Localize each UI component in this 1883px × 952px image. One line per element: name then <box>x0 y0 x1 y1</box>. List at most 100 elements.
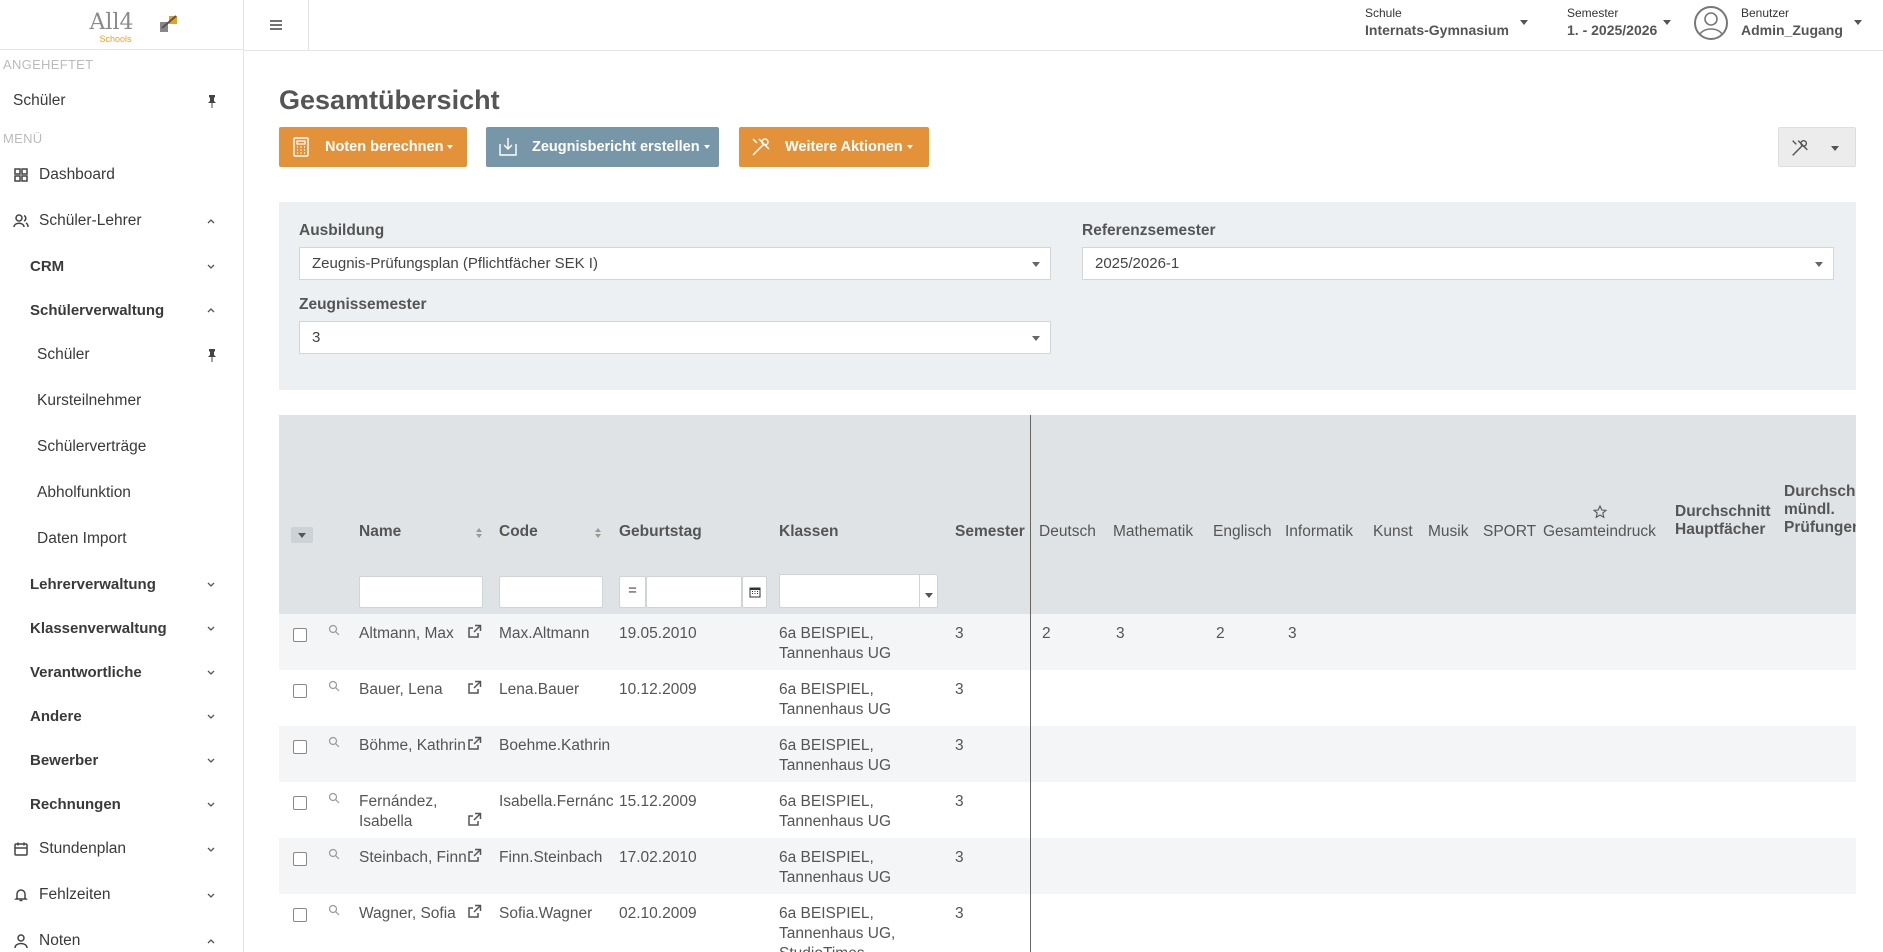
row-checkbox[interactable] <box>293 796 307 810</box>
cell-name[interactable]: Böhme, Kathrin <box>359 736 466 756</box>
zeugnissemester-select[interactable]: 3 <box>299 321 1051 354</box>
pinned-item-schueler[interactable]: Schüler <box>0 78 243 124</box>
magnifier-icon[interactable] <box>328 680 340 692</box>
cell-name[interactable]: Altmann, Max <box>359 624 454 644</box>
name-filter-input[interactable] <box>359 576 483 608</box>
cell-geburtstag: 17.02.2010 <box>619 849 697 866</box>
col-header-mathematik[interactable]: Mathematik <box>1113 523 1193 541</box>
zeugnisbericht-button[interactable]: Zeugnisbericht erstellen <box>486 127 719 167</box>
col-header-klassen[interactable]: Klassen <box>779 523 838 541</box>
sidebar-item-andere[interactable]: Andere <box>0 694 243 738</box>
col-header-englisch[interactable]: Englisch <box>1213 523 1272 541</box>
sidebar-item-bewerber[interactable]: Bewerber <box>0 738 243 782</box>
table-row[interactable]: Steinbach, Finn Finn.Steinbach 17.02.201… <box>279 838 1856 894</box>
row-checkbox[interactable] <box>293 628 307 642</box>
col-header-gesamteindruck[interactable]: Gesamteindruck <box>1543 523 1656 541</box>
user-caret-icon[interactable] <box>1854 20 1862 25</box>
noten-berechnen-button[interactable]: Noten berechnen <box>279 127 467 167</box>
klassen-line: 6a BEISPIEL, <box>779 625 874 642</box>
sidebar-item-klassenverwaltung[interactable]: Klassenverwaltung <box>0 606 243 650</box>
sidebar-item-schueler[interactable]: Schüler <box>0 332 243 378</box>
sidebar-item-kursteilnehmer[interactable]: Kursteilnehmer <box>0 378 243 424</box>
table-row[interactable]: Fernández, Isabella Isabella.Fernánc 15.1… <box>279 782 1856 838</box>
cell-informatik[interactable]: 3 <box>1288 624 1297 644</box>
cell-name[interactable]: Wagner, Sofia <box>359 904 456 924</box>
pin-icon[interactable] <box>205 94 219 108</box>
klassen-filter-toggle[interactable] <box>919 575 937 607</box>
sidebar-item-fehlzeiten[interactable]: Fehlzeiten <box>0 872 243 918</box>
row-checkbox[interactable] <box>293 684 307 698</box>
referenzsemester-select[interactable]: 2025/2026-1 <box>1082 247 1834 280</box>
semester-selector[interactable]: Semester 1. - 2025/2026 <box>1567 6 1657 38</box>
date-operator-select[interactable]: = <box>619 576 646 608</box>
sidebar-item-lehrerverwaltung[interactable]: Lehrerverwaltung <box>0 562 243 606</box>
date-filter-input[interactable] <box>646 576 742 608</box>
col-header-informatik[interactable]: Informatik <box>1285 523 1353 541</box>
sidebar-item-stundenplan[interactable]: Stundenplan <box>0 826 243 872</box>
code-filter-input[interactable] <box>499 576 603 608</box>
settings-tools-button[interactable] <box>1778 127 1856 167</box>
sidebar-item-noten[interactable]: Noten <box>0 918 243 952</box>
cell-name[interactable]: Steinbach, Finn <box>359 848 467 868</box>
magnifier-icon[interactable] <box>328 624 340 636</box>
school-caret-icon[interactable] <box>1520 20 1528 25</box>
col-header-code[interactable]: Code <box>499 523 538 541</box>
col-header-deutsch[interactable]: Deutsch <box>1039 523 1096 541</box>
select-all-dropdown[interactable] <box>291 527 313 543</box>
sidebar-item-schuelerverwaltung[interactable]: Schülerverwaltung <box>0 288 243 332</box>
table-row[interactable]: Altmann, Max Max.Altmann 19.05.2010 6a B… <box>279 614 1856 670</box>
sidebar-item-rechnungen[interactable]: Rechnungen <box>0 782 243 826</box>
external-link-icon[interactable] <box>467 904 482 919</box>
sidebar-item-dashboard[interactable]: Dashboard <box>0 152 243 198</box>
table-row[interactable]: Böhme, Kathrin Boehme.Kathrin 6a BEISPIE… <box>279 726 1856 782</box>
table-row[interactable]: Wagner, Sofia Sofia.Wagner 02.10.2009 6a… <box>279 894 1856 952</box>
col-header-sport[interactable]: SPORT <box>1483 523 1536 541</box>
external-link-icon[interactable] <box>467 812 482 827</box>
sidebar-item-crm[interactable]: CRM <box>0 244 243 288</box>
external-link-icon[interactable] <box>467 848 482 863</box>
col-header-geburtstag[interactable]: Geburtstag <box>619 523 702 541</box>
sort-icon[interactable] <box>475 526 483 540</box>
logo[interactable]: All4 Schools <box>0 0 243 50</box>
col-header-muendl-pruefungen[interactable]: Durchsch mündl. Prüfungen <box>1784 483 1856 537</box>
pin-icon[interactable] <box>205 348 219 362</box>
klassen-line: Tannenhaus UG <box>779 869 892 886</box>
cell-name[interactable]: Bauer, Lena <box>359 680 443 700</box>
sidebar-item-schuelervertraege[interactable]: Schülerverträge <box>0 424 243 470</box>
external-link-icon[interactable] <box>467 624 482 639</box>
avatar[interactable] <box>1694 6 1728 40</box>
magnifier-icon[interactable] <box>328 848 340 860</box>
semester-caret-icon[interactable] <box>1663 20 1671 25</box>
col-header-name[interactable]: Name <box>359 523 401 541</box>
external-link-icon[interactable] <box>467 680 482 695</box>
cell-deutsch[interactable]: 2 <box>1042 624 1051 644</box>
col-header-durchschnitt-hauptfaecher[interactable]: Durchschnitt Hauptfächer <box>1675 503 1771 539</box>
cell-semester: 3 <box>955 681 964 698</box>
magnifier-icon[interactable] <box>328 792 340 804</box>
row-checkbox[interactable] <box>293 740 307 754</box>
menu-toggle-button[interactable] <box>244 0 309 50</box>
klassen-filter-select[interactable] <box>779 574 938 608</box>
table-row[interactable]: Bauer, Lena Lena.Bauer 10.12.2009 6a BEI… <box>279 670 1856 726</box>
external-link-icon[interactable] <box>467 736 482 751</box>
magnifier-icon[interactable] <box>328 904 340 916</box>
sidebar-item-verantwortliche[interactable]: Verantwortliche <box>0 650 243 694</box>
user-selector[interactable]: Benutzer Admin_Zugang <box>1741 6 1843 38</box>
sidebar-item-abholfunktion[interactable]: Abholfunktion <box>0 470 243 516</box>
calendar-button[interactable] <box>742 576 767 608</box>
sidebar-item-daten-import[interactable]: Daten Import <box>0 516 243 562</box>
magnifier-icon[interactable] <box>328 736 340 748</box>
row-checkbox[interactable] <box>293 908 307 922</box>
ausbildung-select[interactable]: Zeugnis-Prüfungsplan (Pflichtfächer SEK … <box>299 247 1051 280</box>
col-header-musik[interactable]: Musik <box>1428 523 1468 541</box>
col-header-semester[interactable]: Semester <box>955 523 1025 541</box>
cell-name[interactable]: Fernández, Isabella <box>359 792 437 832</box>
cell-englisch[interactable]: 2 <box>1216 624 1225 644</box>
sort-icon[interactable] <box>594 526 602 540</box>
col-header-kunst[interactable]: Kunst <box>1373 523 1413 541</box>
row-checkbox[interactable] <box>293 852 307 866</box>
cell-mathematik[interactable]: 3 <box>1116 624 1125 644</box>
weitere-aktionen-button[interactable]: Weitere Aktionen <box>739 127 929 167</box>
school-selector[interactable]: Schule Internats-Gymnasium <box>1365 6 1509 38</box>
sidebar-item-schueler-lehrer[interactable]: Schüler-Lehrer <box>0 198 243 244</box>
